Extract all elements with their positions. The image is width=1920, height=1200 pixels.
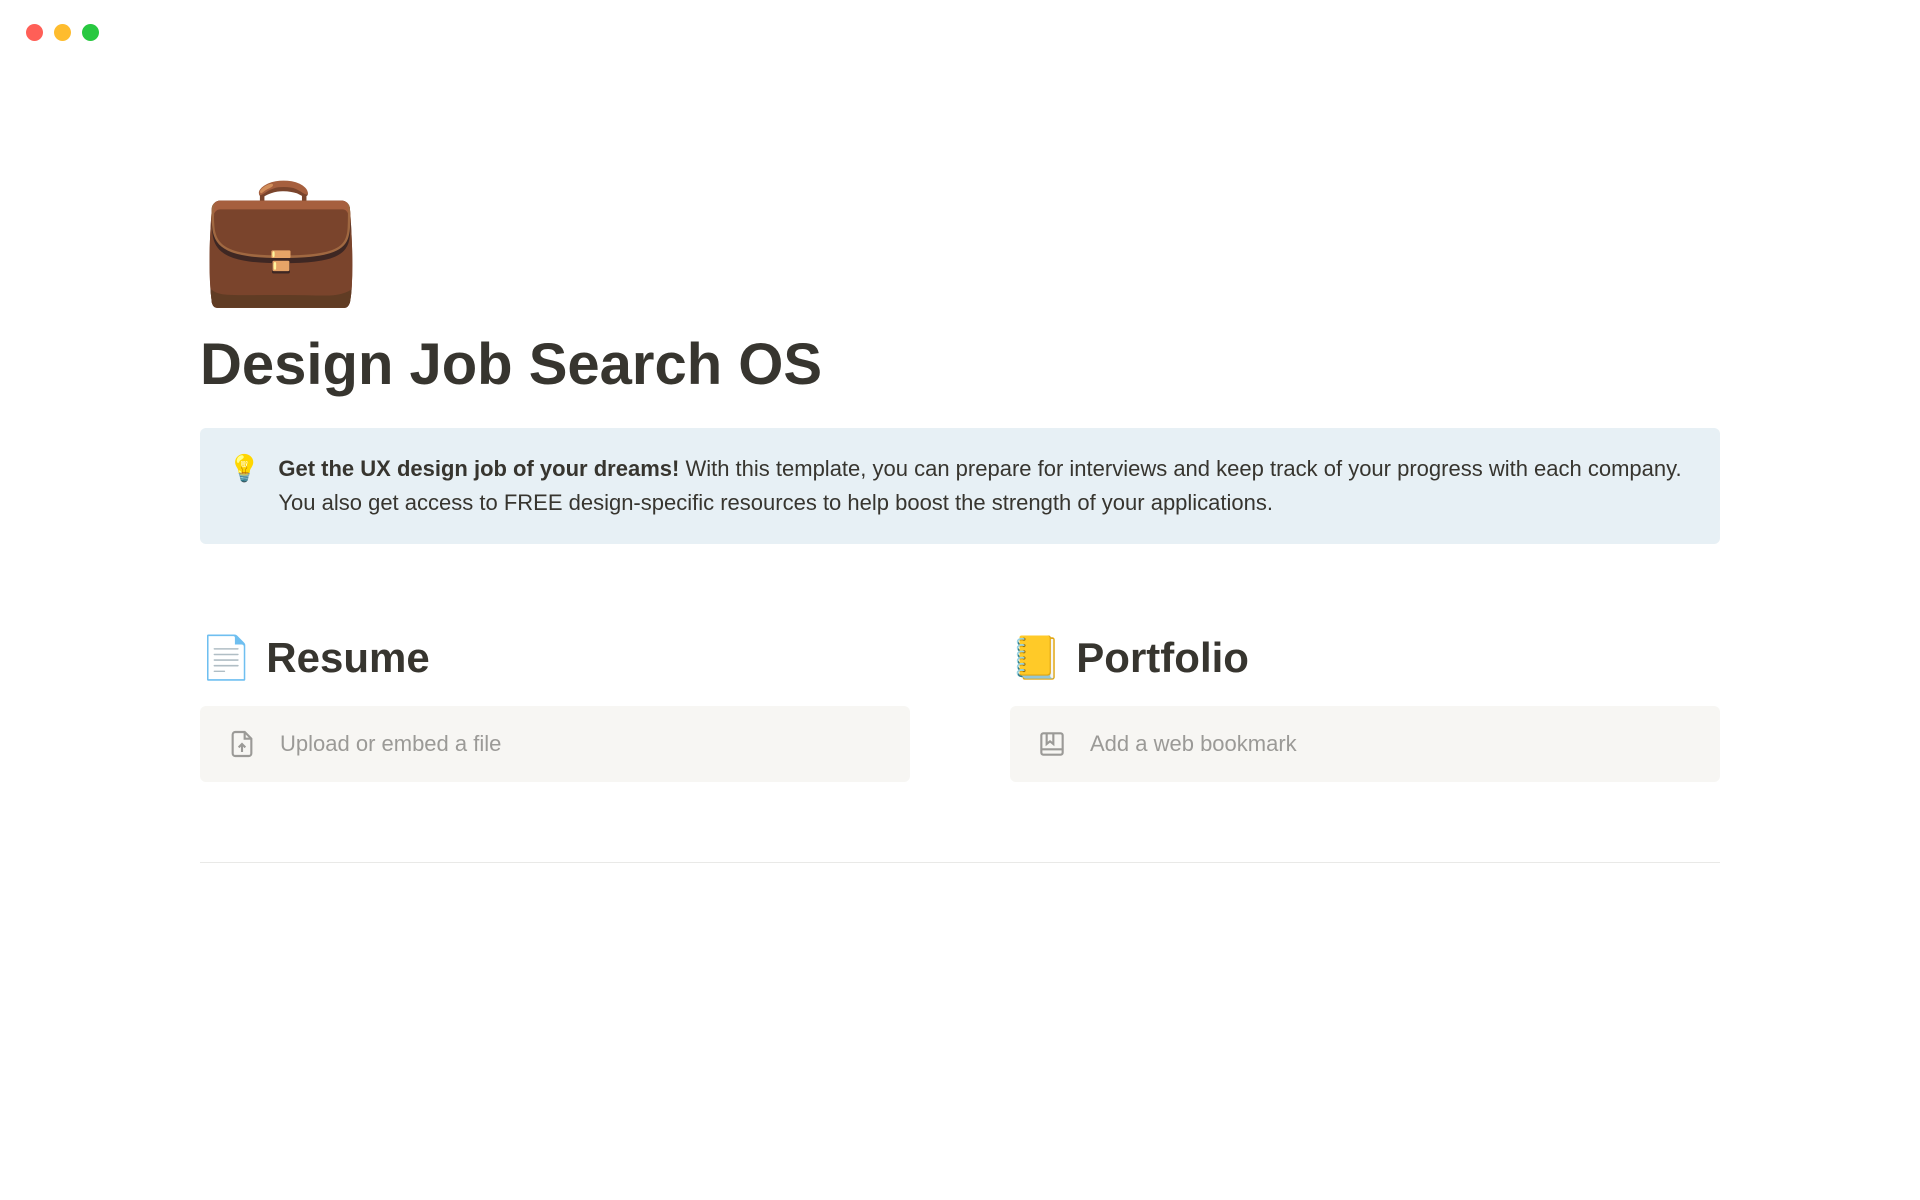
document-icon: 📄 <box>200 637 252 679</box>
divider <box>200 862 1720 863</box>
portfolio-heading-text: Portfolio <box>1076 634 1249 682</box>
add-bookmark-label: Add a web bookmark <box>1090 731 1297 757</box>
columns: 📄 Resume Upload or embed a file 📒 P <box>200 634 1720 782</box>
maximize-window-button[interactable] <box>82 24 99 41</box>
file-upload-icon <box>226 728 258 760</box>
resume-heading-text: Resume <box>266 634 429 682</box>
page-title[interactable]: Design Job Search OS <box>200 331 1720 398</box>
resume-column: 📄 Resume Upload or embed a file <box>200 634 910 782</box>
minimize-window-button[interactable] <box>54 24 71 41</box>
add-bookmark-block[interactable]: Add a web bookmark <box>1010 706 1720 782</box>
callout-bold: Get the UX design job of your dreams! <box>278 456 679 481</box>
upload-file-block[interactable]: Upload or embed a file <box>200 706 910 782</box>
portfolio-column: 📒 Portfolio Add a web bookmark <box>1010 634 1720 782</box>
bookmark-icon <box>1036 728 1068 760</box>
callout-text: Get the UX design job of your dreams! Wi… <box>278 452 1692 520</box>
upload-file-label: Upload or embed a file <box>280 731 501 757</box>
lightbulb-icon: 💡 <box>228 452 260 520</box>
window-traffic-lights <box>0 0 1920 41</box>
resume-heading[interactable]: 📄 Resume <box>200 634 910 682</box>
close-window-button[interactable] <box>26 24 43 41</box>
portfolio-heading[interactable]: 📒 Portfolio <box>1010 634 1720 682</box>
callout-block[interactable]: 💡 Get the UX design job of your dreams! … <box>200 428 1720 544</box>
page-icon[interactable]: 💼 <box>200 171 1720 301</box>
page-content: 💼 Design Job Search OS 💡 Get the UX desi… <box>0 41 1920 863</box>
notebook-icon: 📒 <box>1010 637 1062 679</box>
